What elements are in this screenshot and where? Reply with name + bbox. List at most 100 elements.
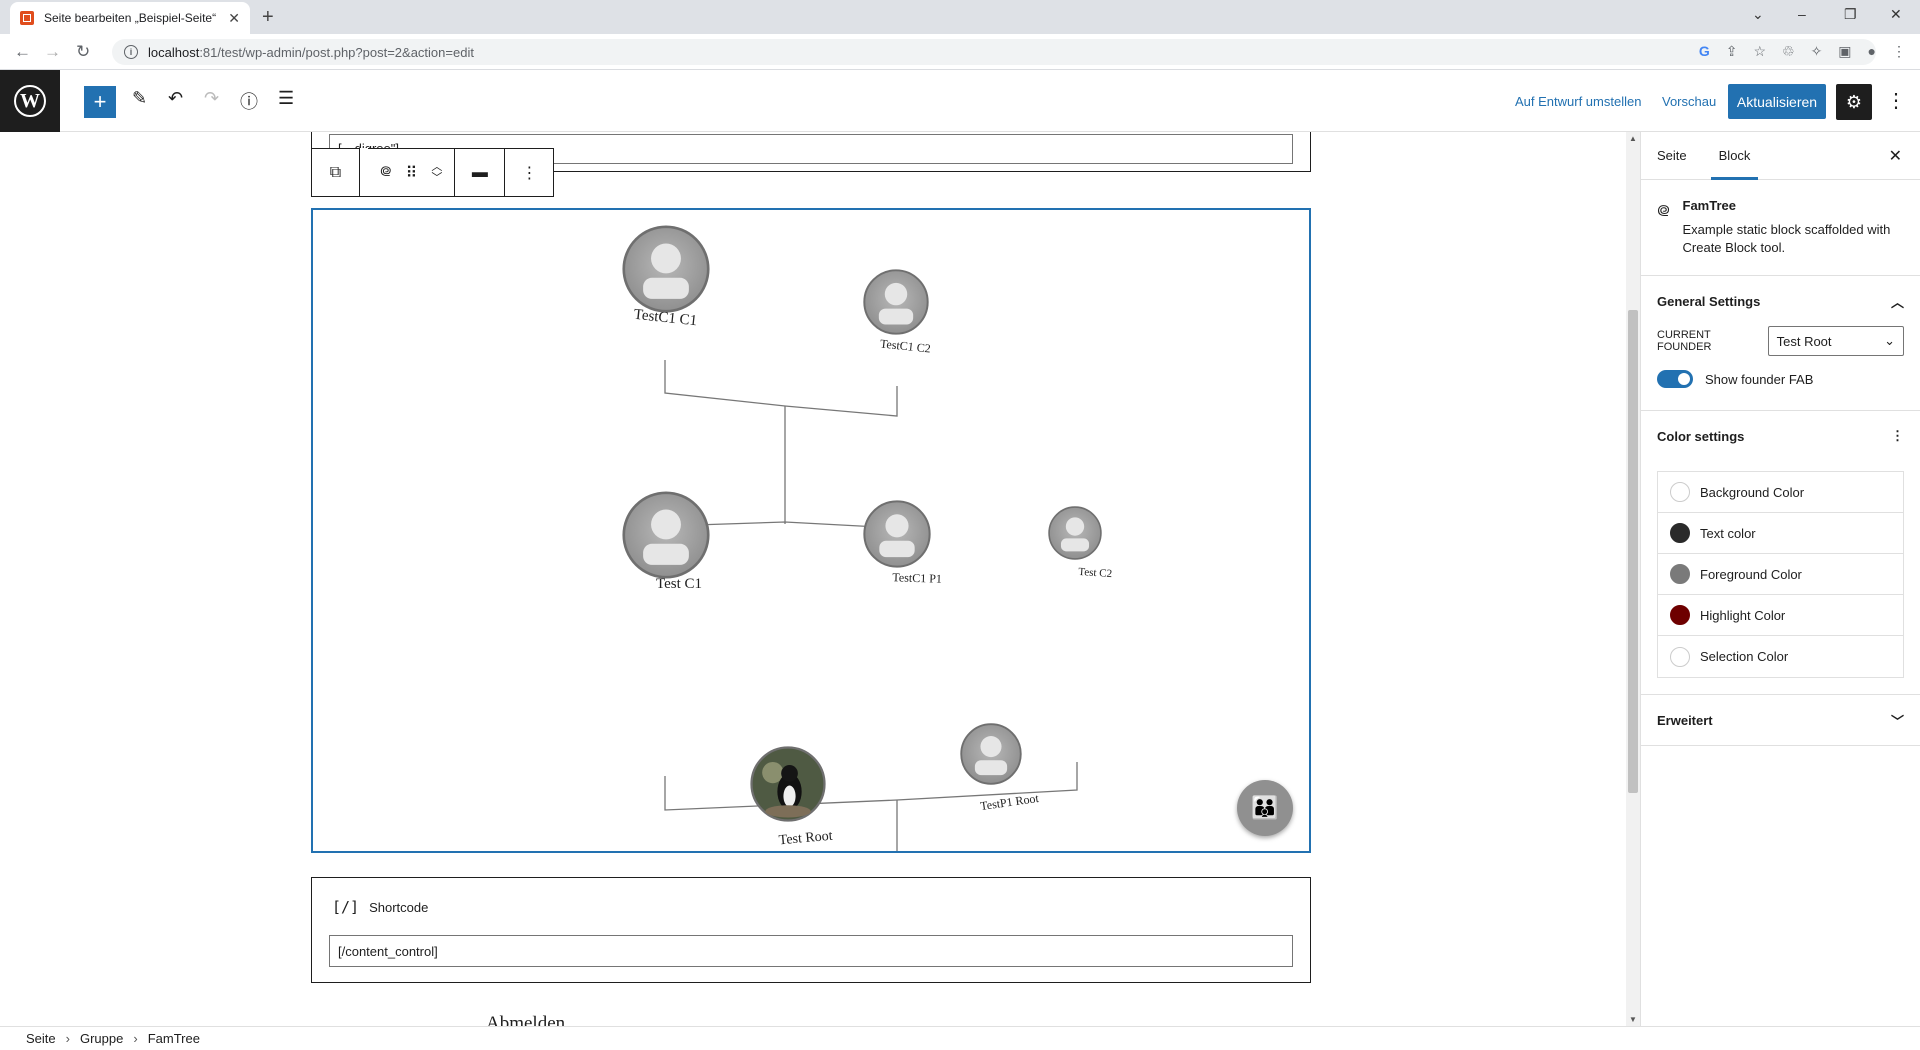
abmelden-text[interactable]: Abmelden	[486, 1013, 565, 1026]
drag-handle-icon[interactable]: ⠿	[406, 163, 418, 183]
settings-gear-icon[interactable]: ⚙	[1836, 84, 1872, 120]
current-founder-select[interactable]: Test Root ⌄	[1767, 326, 1904, 356]
shortcode-title: Shortcode	[369, 899, 429, 915]
shortcode-field[interactable]: [/content_control]	[329, 935, 1293, 967]
list-view-icon[interactable]: ☰	[278, 88, 294, 109]
tab-search-icon[interactable]: ⌄	[1752, 6, 1764, 23]
founder-fab-button[interactable]: 👪	[1237, 780, 1293, 836]
color-item-label: Highlight Color	[1700, 607, 1786, 623]
options-menu-icon[interactable]: ⋮	[1886, 88, 1906, 113]
edit-pencil-icon[interactable]: ✎	[132, 88, 147, 109]
color-item-label: Background Color	[1700, 484, 1805, 500]
tree-node-testp1-root[interactable]: TestP1 Root	[960, 723, 1040, 813]
famtree-block[interactable]: TestC1 C1 TestC1 C2 Test C1 TestC1 P1 Te…	[311, 208, 1311, 853]
tree-node-test-root[interactable]: Test Root	[750, 746, 834, 849]
reload-icon[interactable]: ↻	[76, 42, 90, 62]
breadcrumb-gruppe[interactable]: Gruppe	[80, 1031, 123, 1046]
undo-icon[interactable]: ↶	[168, 88, 183, 109]
extensions-icon[interactable]: ✧	[1811, 43, 1823, 60]
site-info-icon[interactable]: i	[124, 45, 138, 59]
advanced-toggle[interactable]: Erweitert ﹀	[1641, 695, 1920, 745]
wordpress-icon: W	[14, 85, 46, 117]
tree-node-testc1-c1[interactable]: TestC1 C1	[622, 225, 710, 330]
restore-icon[interactable]: ❐	[1844, 6, 1857, 23]
parent-select-button[interactable]: ⧉	[312, 149, 360, 196]
famtree-block-icon[interactable]: ᪤	[380, 160, 392, 185]
block-options-button[interactable]: ⋮	[505, 149, 553, 196]
browser-tab[interactable]: Seite bearbeiten „Beispiel-Seite“ ✕	[10, 2, 250, 34]
breadcrumb-separator-icon: ›	[65, 1031, 70, 1046]
profile-icon[interactable]: ●	[1868, 43, 1876, 60]
move-up-icon[interactable]: ︿	[431, 161, 442, 173]
settings-sidebar: Seite Block ✕ ᪤ FamTree Example static b…	[1640, 132, 1920, 1026]
move-down-icon[interactable]: ﹀	[431, 172, 442, 184]
editor-toolbar: W + ✎ ↶ ↷ ⓘ ☰ Auf Entwurf umstellen Vors…	[0, 70, 1920, 132]
tree-node-testc1-c2[interactable]: TestC1 C2	[863, 269, 931, 356]
more-vertical-icon: ⋮	[521, 164, 538, 182]
color-item-label: Selection Color	[1700, 649, 1789, 664]
address-bar: ← → ↻ i localhost:81/test/wp-admin/post.…	[0, 34, 1920, 70]
close-sidebar-icon[interactable]: ✕	[1889, 146, 1902, 166]
forward-icon[interactable]: →	[44, 42, 61, 62]
general-settings-panel: General Settings ︿ CURRENT FOUNDER Test …	[1641, 276, 1920, 411]
panel-title: General Settings	[1657, 293, 1761, 309]
color-item-text[interactable]: Text color	[1658, 513, 1903, 554]
back-icon[interactable]: ←	[14, 42, 31, 62]
new-tab-button[interactable]: +	[262, 6, 274, 29]
show-fab-row: Show founder FAB	[1641, 356, 1920, 410]
tree-node-test-c2[interactable]: Test C2	[1048, 506, 1112, 580]
wordpress-logo[interactable]: W	[0, 70, 60, 132]
tree-node-test-c1[interactable]: Test C1	[622, 491, 710, 592]
block-mover[interactable]: ︿ ﹀	[431, 161, 442, 184]
redo-icon[interactable]: ↷	[204, 88, 219, 109]
general-settings-toggle[interactable]: General Settings ︿	[1641, 276, 1920, 326]
tree-node-label: Test Root	[778, 829, 833, 849]
scroll-up-icon[interactable]: ▲	[1629, 134, 1637, 143]
chevron-down-icon: ﹀	[1890, 713, 1904, 729]
scroll-down-icon[interactable]: ▼	[1629, 1015, 1637, 1024]
color-item-label: Text color	[1700, 525, 1756, 541]
window-close-icon[interactable]: ✕	[1890, 6, 1902, 23]
bookmark-star-icon[interactable]: ☆	[1753, 43, 1766, 60]
tab-seite[interactable]: Seite	[1641, 132, 1703, 180]
breadcrumb-seite[interactable]: Seite	[26, 1031, 56, 1046]
breadcrumb-famtree[interactable]: FamTree	[148, 1031, 200, 1046]
chevron-down-icon: ⌄	[1884, 333, 1895, 348]
minimize-icon[interactable]: –	[1798, 6, 1806, 22]
scrollbar-thumb[interactable]	[1628, 310, 1638, 793]
recycle-extension-icon[interactable]: ♲	[1782, 43, 1795, 60]
browser-tabbar: Seite bearbeiten „Beispiel-Seite“ ✕ + ⌄ …	[0, 0, 1920, 34]
switch-to-draft-button[interactable]: Auf Entwurf umstellen	[1515, 94, 1641, 109]
color-item-background[interactable]: Background Color	[1658, 472, 1903, 513]
show-founder-fab-toggle[interactable]	[1657, 370, 1693, 388]
swatch-icon	[1670, 646, 1690, 667]
color-item-selection[interactable]: Selection Color	[1658, 636, 1903, 677]
update-button[interactable]: Aktualisieren	[1728, 84, 1826, 119]
browser-menu-icon[interactable]: ⋮	[1892, 43, 1906, 60]
tab-block[interactable]: Block	[1703, 132, 1767, 180]
advanced-panel: Erweitert ﹀	[1641, 695, 1920, 746]
block-description: Example static block scaffolded with Cre…	[1682, 222, 1891, 255]
toolbar-gap	[360, 148, 368, 196]
block-switcher-group: ᪤ ⠿ ︿ ﹀	[368, 149, 456, 196]
google-icon[interactable]: G	[1699, 43, 1710, 60]
add-block-button[interactable]: +	[84, 86, 116, 118]
share-icon[interactable]: ⇪	[1726, 43, 1738, 60]
color-item-foreground[interactable]: Foreground Color	[1658, 554, 1903, 595]
color-options-icon[interactable]: ⋮	[1891, 428, 1904, 444]
swatch-icon	[1670, 605, 1690, 625]
details-info-icon[interactable]: ⓘ	[240, 88, 258, 114]
url-field[interactable]: i localhost:81/test/wp-admin/post.php?po…	[112, 39, 1876, 65]
color-settings-panel: Color settings ⋮ Background Color Text c…	[1641, 411, 1920, 695]
breadcrumb-separator-icon: ›	[133, 1031, 138, 1046]
color-list: Background Color Text color Foreground C…	[1657, 471, 1904, 678]
panel-title: Erweitert	[1657, 712, 1713, 728]
shortcode-block[interactable]: [/] Shortcode [/content_control]	[311, 877, 1311, 983]
side-panel-icon[interactable]: ▣	[1838, 43, 1851, 60]
color-item-highlight[interactable]: Highlight Color	[1658, 595, 1903, 636]
preview-button[interactable]: Vorschau	[1662, 94, 1716, 109]
tab-close-icon[interactable]: ✕	[228, 10, 240, 27]
tree-node-testc1-p1[interactable]: TestC1 P1	[863, 500, 942, 586]
canvas-scrollbar[interactable]: ▲ ▼	[1626, 132, 1640, 1026]
align-button[interactable]: ▬	[455, 149, 506, 196]
